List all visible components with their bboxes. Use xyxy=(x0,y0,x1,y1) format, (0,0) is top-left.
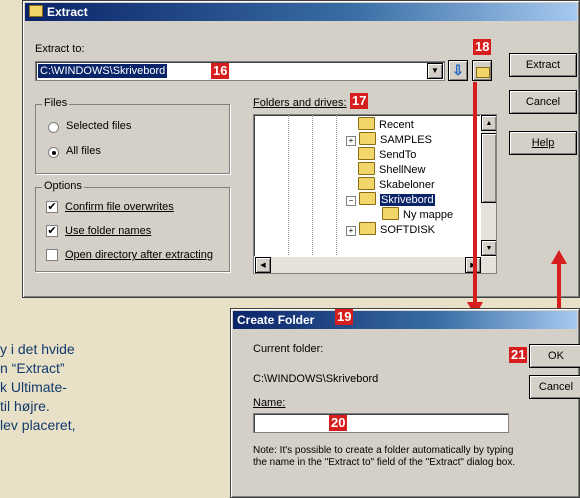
current-folder-value: C:\WINDOWS\Skrivebord xyxy=(253,373,379,385)
folder-icon xyxy=(358,177,375,190)
tree-vertical-scrollbar[interactable]: ▲ ▼ xyxy=(480,115,496,256)
create-folder-cancel-button[interactable]: Cancel xyxy=(529,375,580,399)
browse-button[interactable]: ⇩ xyxy=(448,60,468,81)
tree-item[interactable]: + SOFTDISK xyxy=(346,222,476,237)
checkbox-confirm-overwrites[interactable]: ✔ xyxy=(46,201,58,213)
tree-item-label: Recent xyxy=(379,119,414,131)
tree-guides xyxy=(288,115,289,255)
current-folder-label: Current folder: xyxy=(253,343,324,355)
options-group-label: Options xyxy=(42,180,84,192)
checkbox-use-folder-names[interactable]: ✔ xyxy=(46,225,58,237)
article-text: y i det hvide n “Extract” k Ultimate- ti… xyxy=(0,340,220,435)
tree-item-label: Ny mappe xyxy=(403,209,454,221)
arrow-down-icon: ▼ xyxy=(485,245,493,252)
extract-button[interactable]: Extract xyxy=(509,53,577,77)
scroll-up-button[interactable]: ▲ xyxy=(481,115,496,131)
checkbox-use-folder-names-label[interactable]: Use folder names xyxy=(65,225,151,237)
tree-item-label: Skrivebord xyxy=(380,194,435,206)
tree-item-label: SendTo xyxy=(379,149,417,161)
extract-to-value[interactable]: C:\WINDOWS\Skrivebord xyxy=(38,64,168,78)
checkbox-open-directory[interactable] xyxy=(46,249,58,261)
folder-tree[interactable]: Recent + SAMPLES SendTo ShellNew Skabelon… xyxy=(253,114,497,274)
folder-icon xyxy=(358,117,375,130)
new-folder-icon xyxy=(476,67,490,78)
name-input[interactable] xyxy=(253,413,509,433)
tree-guides xyxy=(312,115,313,255)
annotation-arrow-line xyxy=(473,82,477,308)
article-line: k Ultimate- xyxy=(0,379,67,395)
checkbox-open-directory-label[interactable]: Open directory after extracting xyxy=(65,249,213,261)
cancel-button[interactable]: Cancel xyxy=(509,90,577,114)
extract-title-bar: Extract xyxy=(25,3,577,21)
callout-20: 20 xyxy=(329,415,348,431)
extract-title: Extract xyxy=(47,5,88,19)
article-line: til højre. xyxy=(0,398,50,414)
callout-21: 21 xyxy=(509,347,528,363)
tree-item[interactable]: Recent xyxy=(346,117,476,132)
folder-icon xyxy=(359,222,376,235)
tree-item-label: SAMPLES xyxy=(380,134,432,146)
create-folder-dialog: Create Folder 19 Current folder: C:\WIND… xyxy=(230,308,580,498)
tree-guides xyxy=(336,115,337,255)
folder-icon xyxy=(358,162,375,175)
options-group: Options ✔ Confirm file overwrites ✔ Use … xyxy=(35,180,230,272)
arrow-down-icon: ⇩ xyxy=(452,62,464,78)
scroll-left-button[interactable]: ◀ xyxy=(255,257,271,273)
tree-horizontal-scrollbar[interactable]: ◀ ▶ xyxy=(254,256,496,273)
radio-all-files[interactable] xyxy=(48,147,59,158)
ok-button[interactable]: OK xyxy=(529,344,580,368)
files-group-label: Files xyxy=(42,97,70,109)
extract-dialog: Extract Extract to: C:\WINDOWS\Skrivebor… xyxy=(22,0,580,298)
callout-17: 17 xyxy=(350,93,369,109)
checkbox-confirm-overwrites-label[interactable]: Confirm file overwrites xyxy=(65,201,174,213)
help-button[interactable]: Help xyxy=(509,131,577,155)
name-label: Name: xyxy=(253,397,286,409)
radio-selected-files-label[interactable]: Selected files xyxy=(66,120,131,132)
tree-item-selected[interactable]: − Skrivebord xyxy=(346,192,476,207)
collapse-icon: − xyxy=(346,196,356,206)
app-icon xyxy=(29,5,43,17)
annotation-arrow-line xyxy=(557,262,561,308)
scroll-thumb[interactable] xyxy=(481,133,496,203)
article-line: lev placeret, xyxy=(0,417,76,433)
arrow-up-icon: ▲ xyxy=(485,120,493,127)
tree-item[interactable]: + SAMPLES xyxy=(346,132,476,147)
folder-icon xyxy=(358,147,375,160)
tree-item-label: SOFTDISK xyxy=(380,224,436,236)
open-folder-icon xyxy=(359,192,376,205)
scroll-down-button[interactable]: ▼ xyxy=(481,240,496,256)
callout-18: 18 xyxy=(473,39,492,55)
create-folder-title-bar: Create Folder xyxy=(233,311,577,329)
radio-selected-files[interactable] xyxy=(48,122,59,133)
article-line: n “Extract” xyxy=(0,360,65,376)
folder-icon xyxy=(359,132,376,145)
extract-to-label: Extract to: xyxy=(35,43,85,55)
article-line: y i det hvide xyxy=(0,341,75,357)
tree-item[interactable]: ShellNew xyxy=(346,162,476,177)
new-folder-button[interactable] xyxy=(472,60,492,81)
files-group: Files Selected files All files xyxy=(35,97,230,174)
tree-item-label: ShellNew xyxy=(379,164,426,176)
tree-item[interactable]: SendTo xyxy=(346,147,476,162)
dropdown-button[interactable]: ▼ xyxy=(427,63,443,79)
callout-19: 19 xyxy=(335,309,354,325)
folder-icon xyxy=(382,207,399,220)
annotation-arrowhead-up xyxy=(551,250,567,264)
expand-icon: + xyxy=(346,136,356,146)
callout-16: 16 xyxy=(211,63,230,79)
expand-icon: + xyxy=(346,226,356,236)
radio-all-files-label[interactable]: All files xyxy=(66,145,101,157)
chevron-down-icon: ▼ xyxy=(431,66,439,75)
tree-item-label: Skabeloner xyxy=(379,179,435,191)
create-folder-note: Note: It's possible to create a folder a… xyxy=(253,445,516,468)
tree-items: Recent + SAMPLES SendTo ShellNew Skabelon… xyxy=(346,117,476,237)
tree-item[interactable]: Skabeloner xyxy=(346,177,476,192)
extract-to-combobox[interactable]: C:\WINDOWS\Skrivebord ▼ xyxy=(35,61,445,81)
arrow-left-icon: ◀ xyxy=(260,262,266,269)
create-folder-title: Create Folder xyxy=(237,313,315,327)
tree-item[interactable]: Ny mappe xyxy=(346,207,476,222)
folders-label: Folders and drives: xyxy=(253,97,347,109)
